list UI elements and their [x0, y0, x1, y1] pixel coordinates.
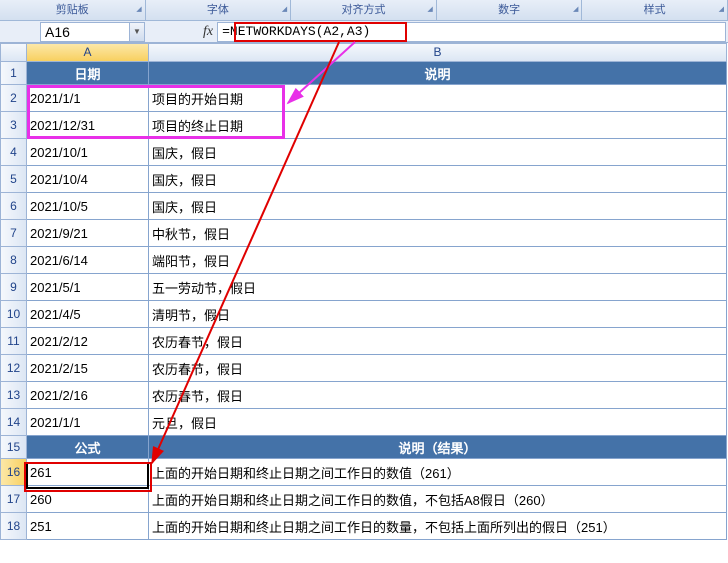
fx-icon[interactable]: fx: [203, 24, 213, 40]
cell-b6[interactable]: 国庆，假日: [149, 193, 727, 220]
cell-b8[interactable]: 端阳节，假日: [149, 247, 727, 274]
ribbon-group-align[interactable]: 对齐方式: [291, 0, 437, 20]
row-1: 1 日期 说明: [0, 62, 728, 85]
cell-b13[interactable]: 农历春节，假日: [149, 382, 727, 409]
cell-a11[interactable]: 2021/2/12: [27, 328, 149, 355]
col-header-b[interactable]: B: [149, 43, 727, 62]
row-header-3[interactable]: 3: [0, 112, 27, 139]
row-7: 7 2021/9/21 中秋节，假日: [0, 220, 728, 247]
row-header-6[interactable]: 6: [0, 193, 27, 220]
row-header-8[interactable]: 8: [0, 247, 27, 274]
select-all-corner[interactable]: [0, 43, 27, 62]
row-14: 14 2021/1/1 元旦，假日: [0, 409, 728, 436]
cell-a18[interactable]: 251: [27, 513, 149, 540]
row-11: 11 2021/2/12 农历春节，假日: [0, 328, 728, 355]
cell-a4[interactable]: 2021/10/1: [27, 139, 149, 166]
worksheet: A B 1 日期 说明 2 2021/1/1 项目的开始日期 3 2021/12…: [0, 43, 728, 540]
row-header-18[interactable]: 18: [0, 513, 27, 540]
column-headers: A B: [0, 43, 728, 62]
cell-b11[interactable]: 农历春节，假日: [149, 328, 727, 355]
cell-b3[interactable]: 项目的终止日期: [149, 112, 727, 139]
ribbon-group-font[interactable]: 字体: [146, 0, 292, 20]
cell-b16[interactable]: 上面的开始日期和终止日期之间工作日的数值（261）: [149, 459, 727, 486]
row-header-7[interactable]: 7: [0, 220, 27, 247]
row-header-9[interactable]: 9: [0, 274, 27, 301]
row-16: 16 261 上面的开始日期和终止日期之间工作日的数值（261）: [0, 459, 728, 486]
row-9: 9 2021/5/1 五一劳动节，假日: [0, 274, 728, 301]
row-header-14[interactable]: 14: [0, 409, 27, 436]
cell-b12[interactable]: 农历春节，假日: [149, 355, 727, 382]
row-6: 6 2021/10/5 国庆，假日: [0, 193, 728, 220]
cell-a3[interactable]: 2021/12/31: [27, 112, 149, 139]
cell-b15[interactable]: 说明（结果）: [149, 436, 727, 459]
cell-b14[interactable]: 元旦，假日: [149, 409, 727, 436]
row-header-2[interactable]: 2: [0, 85, 27, 112]
formula-bar-input[interactable]: =NETWORKDAYS(A2,A3): [217, 22, 726, 42]
cell-a7[interactable]: 2021/9/21: [27, 220, 149, 247]
row-header-13[interactable]: 13: [0, 382, 27, 409]
row-17: 17 260 上面的开始日期和终止日期之间工作日的数值，不包括A8假日（260）: [0, 486, 728, 513]
row-13: 13 2021/2/16 农历春节，假日: [0, 382, 728, 409]
cell-a12[interactable]: 2021/2/15: [27, 355, 149, 382]
row-2: 2 2021/1/1 项目的开始日期: [0, 85, 728, 112]
cell-b9[interactable]: 五一劳动节，假日: [149, 274, 727, 301]
row-header-15[interactable]: 15: [0, 436, 27, 459]
cell-a10[interactable]: 2021/4/5: [27, 301, 149, 328]
col-header-a[interactable]: A: [27, 43, 149, 62]
row-3: 3 2021/12/31 项目的终止日期: [0, 112, 728, 139]
row-8: 8 2021/6/14 端阳节，假日: [0, 247, 728, 274]
row-header-11[interactable]: 11: [0, 328, 27, 355]
row-15: 15 公式 说明（结果）: [0, 436, 728, 459]
name-box-dropdown[interactable]: ▼: [130, 22, 145, 42]
ribbon-group-clipboard[interactable]: 剪贴板: [0, 0, 146, 20]
row-header-1[interactable]: 1: [0, 62, 27, 85]
cell-b17[interactable]: 上面的开始日期和终止日期之间工作日的数值，不包括A8假日（260）: [149, 486, 727, 513]
cell-b4[interactable]: 国庆，假日: [149, 139, 727, 166]
row-header-5[interactable]: 5: [0, 166, 27, 193]
cell-a16[interactable]: 261: [27, 459, 149, 486]
cell-b7[interactable]: 中秋节，假日: [149, 220, 727, 247]
cell-a13[interactable]: 2021/2/16: [27, 382, 149, 409]
cell-b10[interactable]: 清明节，假日: [149, 301, 727, 328]
formula-bar-row: A16 ▼ fx =NETWORKDAYS(A2,A3): [0, 21, 728, 43]
cell-a8[interactable]: 2021/6/14: [27, 247, 149, 274]
row-12: 12 2021/2/15 农历春节，假日: [0, 355, 728, 382]
name-box[interactable]: A16: [40, 22, 130, 42]
cell-b2[interactable]: 项目的开始日期: [149, 85, 727, 112]
row-header-10[interactable]: 10: [0, 301, 27, 328]
cell-a15[interactable]: 公式: [27, 436, 149, 459]
cell-a1[interactable]: 日期: [27, 62, 149, 85]
row-18: 18 251 上面的开始日期和终止日期之间工作日的数量，不包括上面所列出的假日（…: [0, 513, 728, 540]
ribbon-group-style[interactable]: 样式: [582, 0, 728, 20]
cell-a2[interactable]: 2021/1/1: [27, 85, 149, 112]
cell-b5[interactable]: 国庆，假日: [149, 166, 727, 193]
row-header-16[interactable]: 16: [0, 459, 27, 486]
cell-b1[interactable]: 说明: [149, 62, 727, 85]
cell-b18[interactable]: 上面的开始日期和终止日期之间工作日的数量，不包括上面所列出的假日（251）: [149, 513, 727, 540]
cell-a5[interactable]: 2021/10/4: [27, 166, 149, 193]
row-header-17[interactable]: 17: [0, 486, 27, 513]
row-10: 10 2021/4/5 清明节，假日: [0, 301, 728, 328]
cell-a14[interactable]: 2021/1/1: [27, 409, 149, 436]
row-header-12[interactable]: 12: [0, 355, 27, 382]
ribbon-group-number[interactable]: 数字: [437, 0, 583, 20]
row-4: 4 2021/10/1 国庆，假日: [0, 139, 728, 166]
row-5: 5 2021/10/4 国庆，假日: [0, 166, 728, 193]
cell-a6[interactable]: 2021/10/5: [27, 193, 149, 220]
ribbon-groups: 剪贴板 字体 对齐方式 数字 样式: [0, 0, 728, 21]
row-header-4[interactable]: 4: [0, 139, 27, 166]
cell-a17[interactable]: 260: [27, 486, 149, 513]
cell-a9[interactable]: 2021/5/1: [27, 274, 149, 301]
